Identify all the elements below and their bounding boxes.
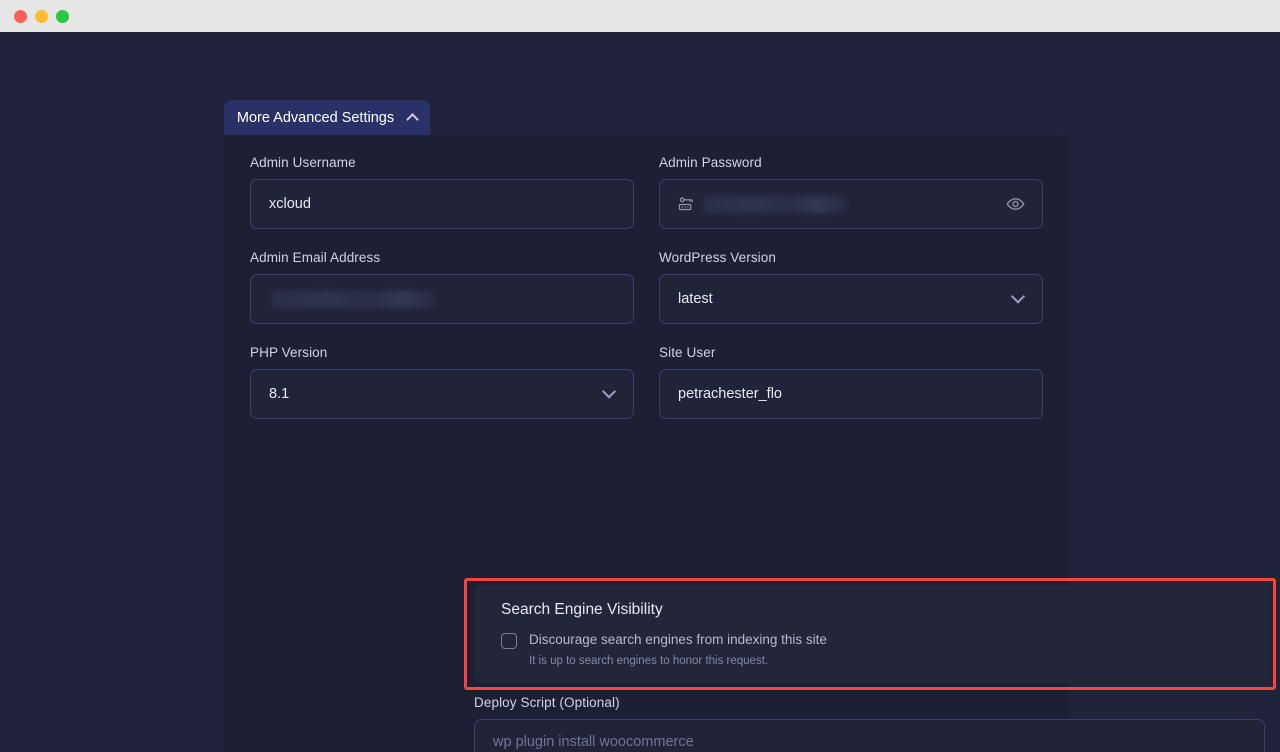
password-key-icon	[678, 196, 695, 213]
deploy-script-placeholder: wp plugin install woocommerce	[493, 734, 694, 750]
eye-icon[interactable]	[1006, 195, 1025, 214]
tab-label: More Advanced Settings	[237, 110, 394, 126]
select-wordpress-version[interactable]: latest	[659, 274, 1043, 324]
input-admin-username[interactable]: xcloud	[250, 179, 634, 229]
value-site-user: petrachester_flo	[678, 386, 782, 402]
field-wordpress-version: WordPress Version latest	[659, 250, 1043, 324]
field-admin-password: Admin Password	[659, 155, 1043, 229]
tab-more-advanced-settings[interactable]: More Advanced Settings	[224, 100, 430, 135]
label-php-version: PHP Version	[250, 345, 634, 360]
value-admin-username: xcloud	[269, 196, 311, 212]
value-php-version: 8.1	[269, 386, 289, 402]
field-php-version: PHP Version 8.1	[250, 345, 634, 419]
label-admin-email: Admin Email Address	[250, 250, 634, 265]
field-admin-email: Admin Email Address	[250, 250, 634, 324]
label-deploy-script: Deploy Script (Optional)	[474, 695, 1265, 710]
advanced-settings-panel: Admin Username xcloud Admin Password	[224, 135, 1069, 752]
textarea-deploy-script[interactable]: wp plugin install woocommerce	[474, 719, 1265, 752]
page-canvas: More Advanced Settings Admin Username xc…	[0, 32, 1280, 752]
value-wordpress-version: latest	[678, 291, 713, 307]
chevron-up-icon	[406, 113, 419, 126]
close-window-button[interactable]	[14, 10, 27, 23]
field-site-user: Site User petrachester_flo	[659, 345, 1043, 419]
maximize-window-button[interactable]	[56, 10, 69, 23]
highlight-annotation-box	[464, 578, 1276, 690]
chevron-down-icon[interactable]	[602, 384, 616, 398]
value-admin-email-redacted	[271, 291, 436, 308]
input-admin-email[interactable]	[250, 274, 634, 324]
input-site-user[interactable]: petrachester_flo	[659, 369, 1043, 419]
value-admin-password-redacted	[703, 196, 846, 213]
chevron-down-icon[interactable]	[1011, 289, 1025, 303]
label-site-user: Site User	[659, 345, 1043, 360]
label-admin-password: Admin Password	[659, 155, 1043, 170]
field-deploy-script: Deploy Script (Optional) wp plugin insta…	[474, 695, 1265, 752]
select-php-version[interactable]: 8.1	[250, 369, 634, 419]
minimize-window-button[interactable]	[35, 10, 48, 23]
label-admin-username: Admin Username	[250, 155, 634, 170]
settings-form-grid: Admin Username xcloud Admin Password	[250, 155, 1043, 440]
window-titlebar	[0, 0, 1280, 32]
input-admin-password[interactable]	[659, 179, 1043, 229]
field-admin-username: Admin Username xcloud	[250, 155, 634, 229]
label-wordpress-version: WordPress Version	[659, 250, 1043, 265]
